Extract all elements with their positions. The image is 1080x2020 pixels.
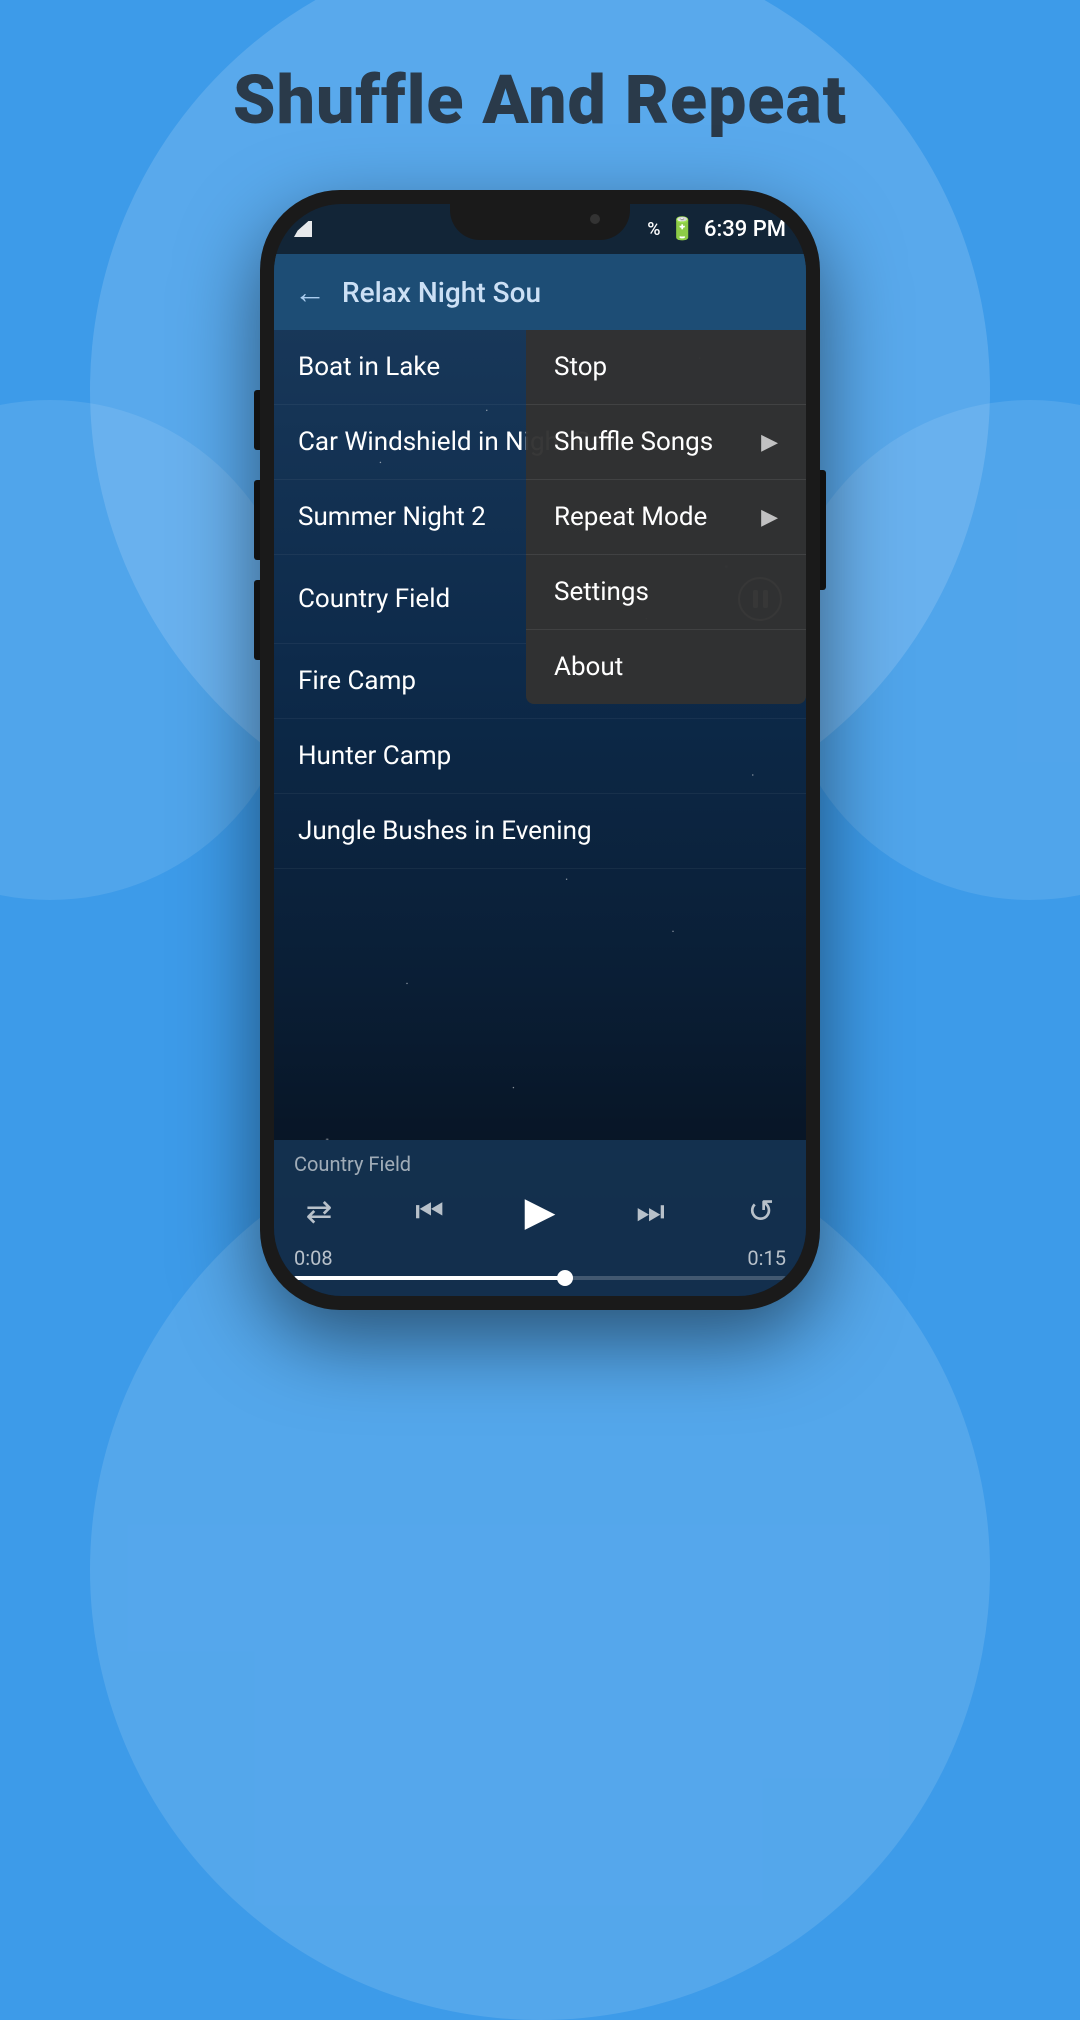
menu-item-stop[interactable]: Stop — [526, 330, 806, 405]
list-item[interactable]: Hunter Camp — [274, 719, 806, 794]
player-footer: Country Field ⇄ ⏮ ▶ ⏭ ↺ 0:08 0:15 — [274, 1140, 806, 1296]
mute-button[interactable] — [254, 580, 260, 660]
repeat-arrow-icon: ▶ — [761, 505, 778, 530]
status-right: % 🔋 6:39 PM — [647, 217, 786, 242]
power-button[interactable] — [820, 470, 826, 590]
battery-level: % — [647, 219, 660, 240]
menu-item-repeat[interactable]: Repeat Mode ▶ — [526, 480, 806, 555]
player-controls: ⇄ ⏮ ▶ ⏭ ↺ — [294, 1186, 786, 1236]
phone-frame: % 🔋 6:39 PM ← Relax Night Sou Stop Shuff… — [260, 190, 820, 1310]
app-content: ← Relax Night Sou Stop Shuffle Songs ▶ R… — [274, 254, 806, 1296]
time-row: 0:08 0:15 — [294, 1246, 786, 1270]
menu-item-settings[interactable]: Settings — [526, 555, 806, 630]
repeat-button[interactable]: ↺ — [736, 1186, 786, 1236]
time-current: 0:08 — [294, 1246, 333, 1270]
volume-down-button[interactable] — [254, 480, 260, 560]
notch — [450, 204, 630, 240]
volume-up-button[interactable] — [254, 390, 260, 450]
list-item[interactable]: Jungle Bushes in Evening — [274, 794, 806, 869]
shuffle-button[interactable]: ⇄ — [294, 1186, 344, 1236]
context-menu: Stop Shuffle Songs ▶ Repeat Mode ▶ Setti… — [526, 330, 806, 704]
clock: 6:39 PM — [704, 217, 786, 242]
status-left — [294, 221, 312, 237]
play-button[interactable]: ▶ — [515, 1186, 565, 1236]
progress-thumb[interactable] — [557, 1270, 573, 1286]
previous-button[interactable]: ⏮ — [405, 1186, 455, 1236]
progress-bar[interactable] — [294, 1276, 786, 1280]
menu-item-about[interactable]: About — [526, 630, 806, 704]
phone-screen: % 🔋 6:39 PM ← Relax Night Sou Stop Shuff… — [274, 204, 806, 1296]
signal-icon — [294, 221, 312, 237]
camera-dot — [590, 214, 600, 224]
menu-item-shuffle[interactable]: Shuffle Songs ▶ — [526, 405, 806, 480]
back-button[interactable]: ← — [294, 273, 326, 311]
toolbar-title: Relax Night Sou — [342, 276, 786, 309]
battery-icon: 🔋 — [669, 217, 696, 242]
progress-fill — [294, 1276, 565, 1280]
now-playing-label: Country Field — [294, 1152, 786, 1176]
toolbar: ← Relax Night Sou — [274, 254, 806, 330]
shuffle-arrow-icon: ▶ — [761, 430, 778, 455]
next-button[interactable]: ⏭ — [626, 1186, 676, 1236]
page-title: Shuffle And Repeat — [233, 60, 847, 140]
time-total: 0:15 — [747, 1246, 786, 1270]
